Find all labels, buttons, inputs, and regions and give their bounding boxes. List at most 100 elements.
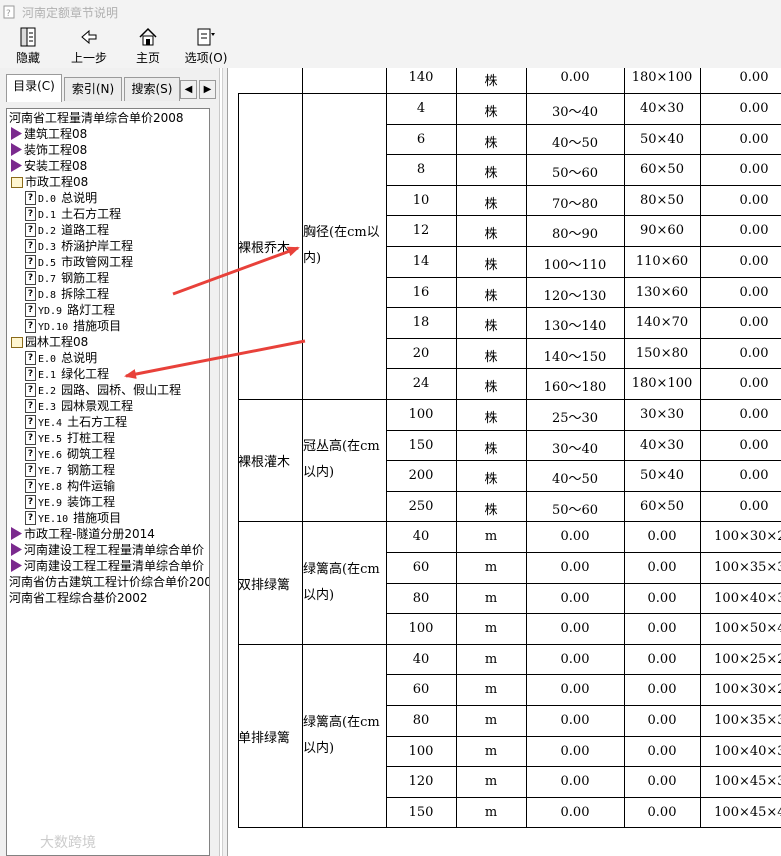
tree-item[interactable]: ? YE.8 构件运输 [25,478,115,494]
tree-item[interactable]: 园林工程08 [11,334,88,350]
tree-item[interactable]: 河南建设工程工程量清单综合单价 [11,542,204,558]
tree-item[interactable]: 河南省工程综合基价2002 [9,590,148,606]
tree-item[interactable]: 安装工程08 [11,158,87,174]
group-spec-line: 以内) [303,587,335,603]
group-spec-line: 以内) [303,740,335,756]
tree-item[interactable]: ? D.8 拆除工程 [25,286,109,302]
row-divider [386,705,781,706]
tree-item[interactable]: 河南建设工程工程量清单综合单价 [11,558,204,574]
tab-contents[interactable]: 目录(C) [6,74,62,102]
unit-cell: m [484,590,498,606]
content-pane: 140 株 0.00 180×100 0.00 4 株 30～40 40×30 0.00 6 株 40～… [228,68,781,856]
tree-item[interactable]: ? D.2 道路工程 [25,222,109,238]
tree-item[interactable]: 市政工程-隧道分册2014 [11,526,155,542]
tree-item-label: 市政管网工程 [61,255,134,269]
tree-item[interactable]: ? E.1 绿化工程 [25,366,109,382]
value-cell: 0.00 [739,498,769,514]
open-book-icon [11,177,23,188]
tree-item[interactable]: ? D.1 土石方工程 [25,206,121,222]
options-button[interactable]: 选项(O) [182,24,230,68]
tree-item-code: D.1 [38,210,57,221]
tree-item[interactable]: 市政工程08 [11,174,88,190]
tree-item[interactable]: 河南省仿古建筑工程计价综合单价2009 [9,574,209,590]
tab-scroll-left-button[interactable]: ◀ [180,80,197,99]
tree-item[interactable]: ? YE.5 打桩工程 [25,430,115,446]
spec-cell: 0.00 [647,774,677,790]
row-divider [386,368,781,370]
help-page-icon: ? [25,431,36,445]
tab-search[interactable]: 搜索(S) [124,77,180,101]
spec-cell: 0.00 [647,682,677,698]
tree-item[interactable]: ? YE.4 土石方工程 [25,414,127,430]
help-page-icon: ? [25,399,36,413]
tree-item[interactable]: 河南省工程量清单综合单价2008 [9,110,184,126]
range-cell: 40～50 [551,472,599,488]
range-cell: 80～90 [551,227,599,243]
size-cell: 60 [412,682,430,698]
tree-item[interactable]: ? E.2 园路、园桥、假山工程 [25,382,181,398]
tree-item-label: 土石方工程 [67,415,128,429]
unit-cell: 株 [484,74,498,89]
tree-item[interactable]: ? D.5 市政管网工程 [25,254,133,270]
tree-item-label: 构件运输 [67,479,116,493]
hide-button[interactable]: 隐藏 [8,24,48,68]
value-cell: 0.00 [739,254,769,269]
tab-index[interactable]: 索引(N) [64,77,122,101]
value-cell: 0.00 [739,468,769,484]
closed-book-icon [11,527,22,540]
title-bar: ? 河南定额章节说明 [0,0,781,24]
row-divider [386,429,781,431]
tree-item-label: 园路、园桥、假山工程 [61,383,182,397]
tree-item[interactable]: ? YE.6 砌筑工程 [25,446,115,462]
row-divider [386,674,781,676]
range-cell: 120～130 [543,288,607,304]
range-cell: 100～110 [543,258,607,273]
tree-item-label: 河南建设工程工程量清单综合单价 [24,559,205,573]
closed-book-icon [11,559,22,572]
tree-item[interactable]: ? YD.10 措施项目 [25,318,121,334]
size-cell: 40 [412,529,430,545]
tree-item-label: 市政工程08 [25,175,89,189]
tab-scroll-right-button[interactable]: ▶ [199,80,216,99]
value-cell: 0.00 [739,192,769,208]
tree-item[interactable]: ? D.7 钢筋工程 [25,270,109,286]
tree-item[interactable]: ? YE.10 措施项目 [25,510,121,526]
tree-item-code: D.7 [38,274,57,285]
unit-cell: 株 [484,105,498,120]
range-cell: 160～180 [543,380,607,396]
unit-cell: 株 [484,319,498,335]
tree-item[interactable]: 建筑工程08 [11,126,87,142]
tab-contents-label: 目录(C) [13,79,55,93]
tree-item[interactable]: ? YE.9 装饰工程 [25,494,115,510]
range-cell: 0.00 [560,743,590,759]
size-cell: 200 [408,468,434,484]
help-page-icon: ? [25,303,36,317]
tree-item[interactable]: ? E.3 园林景观工程 [25,398,133,414]
tree-item[interactable]: ? E.0 总说明 [25,350,97,366]
column-divider [386,68,387,829]
back-button[interactable]: 上一步 [64,24,114,68]
help-page-icon: ? [25,511,36,525]
tab-search-label: 搜索(S) [131,82,173,96]
row-divider [386,337,781,339]
tree-item[interactable]: ? YD.9 路灯工程 [25,302,115,318]
tree-item-label: 总说明 [61,351,98,365]
tree-item[interactable]: ? D.0 总说明 [25,190,97,206]
tree-item[interactable]: ? D.3 桥涵护岸工程 [25,238,133,254]
row-divider [386,215,781,217]
value-cell: 100×35×30 [714,713,781,728]
home-button[interactable]: 主页 [128,24,168,68]
tree-item-label: 装饰工程 [67,495,116,509]
watermark: 大数跨境 [40,835,96,851]
tree-item-label: 打桩工程 [67,431,116,445]
unit-cell: m [484,682,498,698]
help-page-icon: ? [25,447,36,461]
help-page-icon: ? [25,239,36,253]
range-cell: 0.00 [560,529,590,545]
unit-cell: m [484,621,498,637]
tree-item[interactable]: ? YE.7 钢筋工程 [25,462,115,478]
group-name-cell: 裸根乔木 [238,241,291,256]
tree-item-code: D.8 [38,290,57,301]
closed-book-icon [11,127,22,140]
tree-item[interactable]: 装饰工程08 [11,142,87,158]
